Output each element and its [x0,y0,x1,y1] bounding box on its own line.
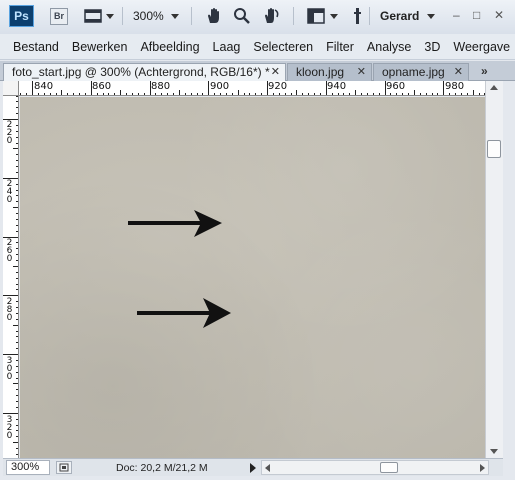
document-tabs: foto_start.jpg @ 300% (Achtergrond, RGB/… [0,61,515,82]
toolbar-separator [369,7,370,25]
window-frame [503,81,515,480]
zoom-field[interactable]: 300% [6,460,50,475]
ruler-label: 900 [210,81,230,92]
tab-foto-start[interactable]: foto_start.jpg @ 300% (Achtergrond, RGB/… [3,63,286,82]
vertical-scrollbar[interactable] [485,81,503,458]
ruler-label: 980 [445,81,465,92]
tab-opname[interactable]: opname.jpg ✕ [373,63,469,81]
vertical-ruler[interactable]: 220 240 260 280 300 320 [3,96,19,458]
menu-bestand[interactable]: Bestand [0,40,65,54]
close-icon[interactable]: ✕ [454,64,463,80]
menu-analyse[interactable]: Analyse [360,40,417,54]
film-strip-icon[interactable] [83,6,103,26]
horizontal-scroll-thumb[interactable] [380,462,398,473]
rotate-view-icon[interactable] [260,6,282,26]
menu-bewerken[interactable]: Bewerken [65,40,134,54]
scroll-up-icon[interactable] [490,85,498,90]
menu-laag[interactable]: Laag [206,40,247,54]
minimize-button[interactable]: – [453,8,460,22]
ruler-label: 920 [268,81,288,92]
close-icon[interactable]: ✕ [271,64,280,80]
tab-label: kloon.jpg [296,65,345,79]
menu-3d[interactable]: 3D [417,40,446,54]
chevron-down-icon[interactable] [329,6,339,26]
ruler-label: 260 [6,238,13,264]
scroll-right-icon[interactable] [480,464,485,472]
status-menu-icon[interactable] [56,461,72,474]
chevron-down-icon[interactable] [105,6,115,26]
toolbar-separator [191,7,192,25]
status-bar: 300% Doc: 20,2 M/21,2 M [3,458,503,476]
scroll-left-icon[interactable] [265,464,270,472]
tab-label: foto_start.jpg @ 300% (Achtergrond, RGB/… [12,65,270,79]
horizontal-scrollbar[interactable] [261,460,489,475]
ruler-label: 940 [327,81,347,92]
tab-label: opname.jpg [382,65,445,79]
ruler-label: 840 [34,81,54,92]
chevron-down-icon[interactable] [426,6,436,26]
vertical-ruler-ticks [3,96,18,455]
tab-kloon[interactable]: kloon.jpg ✕ [287,63,372,81]
toolbar-separator [293,7,294,25]
chevron-down-icon[interactable] [170,6,180,26]
tab-overflow-button[interactable]: » [481,64,488,78]
toolbar-separator [122,7,123,25]
ruler-origin[interactable] [3,81,19,96]
horizontal-ruler-ticks [20,81,485,95]
arrange-documents-icon[interactable] [305,6,327,26]
menu-bar: Bestand Bewerken Afbeelding Laag Selecte… [0,34,515,60]
arrow-1 [128,210,222,237]
arrow-2 [137,298,231,328]
maximize-button[interactable]: □ [473,8,480,22]
scroll-down-icon[interactable] [490,449,498,454]
ruler-label: 860 [92,81,112,92]
vertical-scroll-thumb[interactable] [487,140,501,158]
document-canvas[interactable] [20,97,485,458]
close-button[interactable]: ✕ [494,8,504,22]
window-frame [0,476,515,480]
document-size-info: Doc: 20,2 M/21,2 M [116,462,208,474]
ruler-label: 300 [6,356,13,382]
horizontal-ruler[interactable]: 840 860 880 900 920 940 960 980 [19,81,485,96]
canvas-artwork [128,210,231,328]
hand-tool-icon[interactable] [203,6,225,26]
ruler-label: 880 [151,81,171,92]
ruler-label: 280 [6,297,13,323]
menu-weergave[interactable]: Weergave [446,40,515,54]
zoom-tool-icon[interactable] [232,6,252,26]
menu-selecteren[interactable]: Selecteren [246,40,319,54]
screen-mode-icon[interactable] [350,6,364,26]
ruler-label: 240 [6,179,13,205]
status-info-menu-icon[interactable] [250,463,256,473]
ruler-label: 960 [386,81,406,92]
bridge-button[interactable]: Br [50,8,68,25]
zoom-level-menu[interactable]: 300% [133,9,164,23]
ruler-label: 320 [6,415,13,441]
workspace-switcher[interactable]: Gerard [380,9,419,23]
close-icon[interactable]: ✕ [357,64,366,80]
photoshop-logo[interactable]: Ps [9,5,34,27]
menu-afbeelding[interactable]: Afbeelding [133,40,205,54]
ruler-label: 220 [6,120,13,146]
application-bar: Ps Br 300% Gerard – □ ✕ [0,0,515,34]
menu-filter[interactable]: Filter [319,40,360,54]
